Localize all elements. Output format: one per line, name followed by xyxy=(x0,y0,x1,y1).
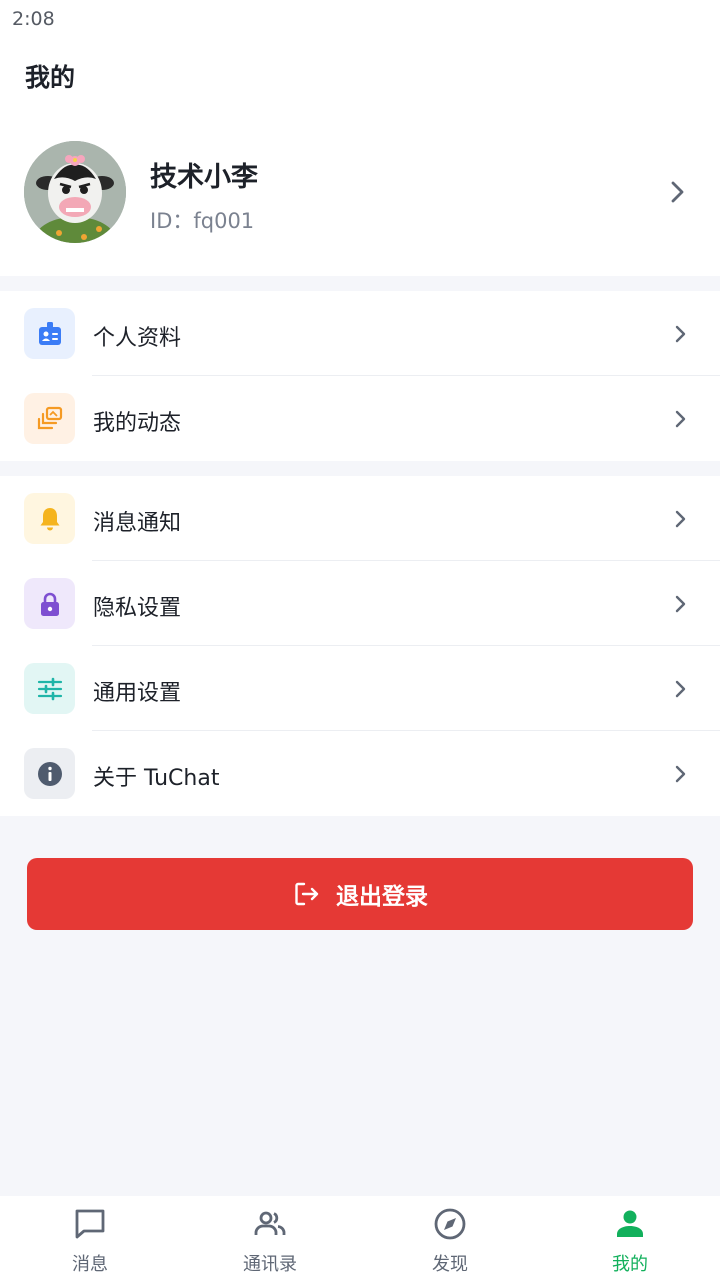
id-badge-icon xyxy=(38,321,61,345)
info-icon xyxy=(37,761,62,786)
compass-icon xyxy=(434,1208,466,1240)
menu-item-label: 隐私设置 xyxy=(93,596,182,621)
menu-item-label: 个人资料 xyxy=(93,326,182,351)
menu-icon-box xyxy=(24,578,75,629)
tab-contacts[interactable]: 通讯录 xyxy=(180,1196,360,1280)
chevron-right-icon xyxy=(671,181,684,203)
logout-label: 退出登录 xyxy=(336,884,428,910)
tab-me[interactable]: 我的 xyxy=(540,1196,720,1280)
chevron-right-icon xyxy=(675,680,686,698)
tab-label: 通讯录 xyxy=(243,1254,297,1275)
menu-group-settings: 消息通知 隐私设置 通用设置 关于 TuChat xyxy=(0,476,720,816)
photo-stack-icon xyxy=(37,406,62,429)
menu-icon-box xyxy=(24,663,75,714)
menu-item-label: 关于 TuChat xyxy=(93,766,220,791)
menu-item-privacy[interactable]: 隐私设置 xyxy=(0,561,720,646)
bell-icon xyxy=(40,507,59,530)
chat-bubble-icon xyxy=(75,1209,105,1239)
menu-item-personal-info[interactable]: 个人资料 xyxy=(0,291,720,376)
menu-item-label: 通用设置 xyxy=(93,681,182,706)
tab-label: 我的 xyxy=(612,1254,648,1275)
header: 我的 xyxy=(0,36,720,120)
page-title: 我的 xyxy=(25,63,76,92)
chevron-right-icon xyxy=(675,595,686,613)
tab-messages[interactable]: 消息 xyxy=(0,1196,180,1280)
chevron-right-icon xyxy=(675,410,686,428)
sliders-icon xyxy=(37,677,62,700)
menu-icon-box xyxy=(24,748,75,799)
menu-item-general-settings[interactable]: 通用设置 xyxy=(0,646,720,731)
menu-item-label: 我的动态 xyxy=(93,411,182,436)
status-bar: 2:08 xyxy=(0,0,720,36)
chevron-right-icon xyxy=(675,510,686,528)
menu-item-about[interactable]: 关于 TuChat xyxy=(0,731,720,816)
chevron-right-icon xyxy=(675,325,686,343)
person-icon xyxy=(617,1210,643,1237)
menu-item-label: 消息通知 xyxy=(93,511,182,536)
menu-group-profile: 个人资料 我的动态 xyxy=(0,291,720,461)
profile-id: ID：fq001 xyxy=(150,209,255,233)
profile-name: 技术小李 xyxy=(150,162,258,193)
menu-icon-box xyxy=(24,308,75,359)
chevron-right-icon xyxy=(675,765,686,783)
bottom-tab-bar: 消息 通讯录 发现 我的 xyxy=(0,1196,720,1280)
lock-icon xyxy=(40,592,59,616)
avatar[interactable] xyxy=(24,141,126,243)
menu-icon-box xyxy=(24,393,75,444)
tab-label: 消息 xyxy=(72,1254,108,1275)
status-time: 2:08 xyxy=(12,8,55,30)
tab-label: 发现 xyxy=(432,1254,468,1275)
menu-icon-box xyxy=(24,493,75,544)
tab-discover[interactable]: 发现 xyxy=(360,1196,540,1280)
logout-icon xyxy=(295,882,319,906)
profile-card[interactable]: 技术小李 ID：fq001 xyxy=(0,120,720,276)
avatar-image xyxy=(24,141,126,243)
menu-item-my-moments[interactable]: 我的动态 xyxy=(0,376,720,461)
contacts-icon xyxy=(254,1211,286,1235)
logout-button[interactable]: 退出登录 xyxy=(27,858,693,930)
menu-item-notifications[interactable]: 消息通知 xyxy=(0,476,720,561)
